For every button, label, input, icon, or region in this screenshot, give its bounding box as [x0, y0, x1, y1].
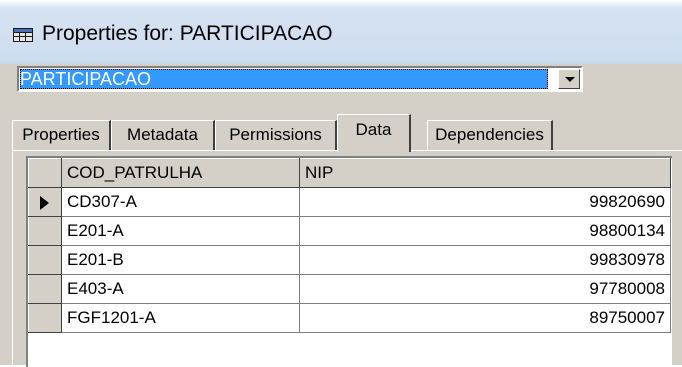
cell-cod-patrulha[interactable]: CD307-A	[61, 187, 300, 217]
table-row[interactable]: E403-A 97780008	[28, 274, 671, 304]
row-indicator[interactable]	[28, 187, 62, 217]
grid-header-row: COD_PATRULHA NIP	[28, 158, 671, 188]
current-row-pointer-icon	[40, 196, 49, 210]
tab-dependencies[interactable]: Dependencies	[427, 120, 553, 150]
chevron-down-icon	[565, 77, 575, 82]
cell-nip[interactable]: 89750007	[299, 303, 671, 333]
cell-nip[interactable]: 98800134	[299, 216, 671, 246]
row-indicator-header	[28, 158, 62, 188]
title-bar[interactable]: Properties for: PARTICIPACAO	[0, 0, 682, 64]
cell-cod-patrulha[interactable]: E201-A	[61, 216, 300, 246]
tab-data[interactable]: Data	[337, 114, 411, 152]
tab-permissions[interactable]: Permissions	[215, 120, 337, 150]
table-row[interactable]: E201-A 98800134	[28, 216, 671, 246]
object-selector-area: PARTICIPACAO	[0, 64, 682, 106]
object-selector-combobox[interactable]: PARTICIPACAO	[17, 66, 583, 92]
row-indicator[interactable]	[28, 216, 62, 246]
window-title: Properties for: PARTICIPACAO	[42, 22, 333, 45]
table-row[interactable]: E201-B 99830978	[28, 245, 671, 275]
column-header-cod-patrulha[interactable]: COD_PATRULHA	[61, 158, 300, 188]
data-grid[interactable]: COD_PATRULHA NIP CD307-A 99820690 E201-A…	[26, 156, 672, 367]
dropdown-button[interactable]	[558, 69, 580, 89]
cell-cod-patrulha[interactable]: E201-B	[61, 245, 300, 275]
table-row[interactable]: CD307-A 99820690	[28, 187, 671, 217]
cell-nip[interactable]: 99830978	[299, 245, 671, 275]
cell-nip[interactable]: 97780008	[299, 274, 671, 304]
tab-properties[interactable]: Properties	[12, 120, 111, 150]
column-header-nip[interactable]: NIP	[299, 158, 671, 188]
table-row[interactable]: FGF1201-A 89750007	[28, 303, 671, 333]
table-icon	[13, 28, 33, 42]
row-indicator[interactable]	[28, 274, 62, 304]
tab-area: Properties Metadata Permissions Data Dep…	[0, 106, 682, 367]
cell-cod-patrulha[interactable]: FGF1201-A	[61, 303, 300, 333]
row-indicator[interactable]	[28, 245, 62, 275]
cell-cod-patrulha[interactable]: E403-A	[61, 274, 300, 304]
cell-nip[interactable]: 99820690	[299, 187, 671, 217]
row-indicator[interactable]	[28, 303, 62, 333]
object-selector-value[interactable]: PARTICIPACAO	[20, 69, 548, 89]
tab-metadata[interactable]: Metadata	[111, 120, 215, 150]
